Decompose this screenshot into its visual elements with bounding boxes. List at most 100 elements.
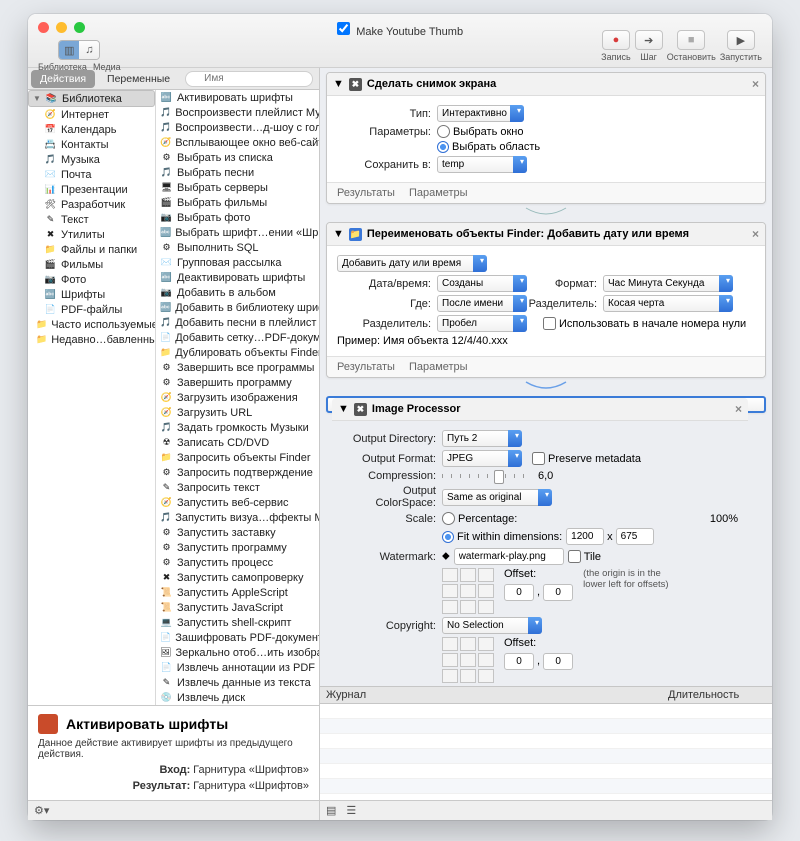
opt-area-radio[interactable]: [437, 141, 449, 153]
stop-button[interactable]: ■Остановить: [667, 30, 716, 62]
compression-slider[interactable]: [442, 474, 532, 478]
action-item[interactable]: ⚙Запросить подтверждение: [156, 465, 319, 480]
category-item[interactable]: 🧭Интернет: [28, 107, 155, 122]
search-field[interactable]: [185, 71, 313, 87]
action-item[interactable]: 🎵Воспроизвести…д-шоу с голосом: [156, 120, 319, 135]
category-item[interactable]: ✉️Почта: [28, 167, 155, 182]
action-item[interactable]: 🧭Загрузить URL: [156, 405, 319, 420]
watermark-anchor-icon[interactable]: ⬥: [442, 550, 450, 563]
type-select[interactable]: Интерактивно: [437, 105, 524, 122]
category-item[interactable]: 🛠Разработчик: [28, 197, 155, 212]
wm-offset-y[interactable]: 0: [543, 584, 573, 601]
category-item[interactable]: 📄PDF-файлы: [28, 302, 155, 317]
scale-percentage-radio[interactable]: [442, 512, 455, 525]
mode-select[interactable]: Добавить дату или время: [337, 255, 487, 272]
category-item[interactable]: 📁Недавно…бавленные: [28, 332, 155, 347]
action-item[interactable]: 📁Запросить объекты Finder: [156, 450, 319, 465]
action-item[interactable]: 💿Извлечь диск: [156, 690, 319, 705]
preserve-metadata-checkbox[interactable]: [532, 452, 545, 465]
save-to-select[interactable]: temp: [437, 156, 527, 173]
list-view-icon[interactable]: ☰: [346, 804, 356, 817]
media-view-icon[interactable]: ♫: [79, 41, 99, 59]
where-select[interactable]: После имени: [437, 295, 527, 312]
cr-offset-y[interactable]: 0: [543, 653, 573, 670]
fit-width-input[interactable]: [566, 528, 604, 545]
disclosure-icon[interactable]: ▼: [333, 228, 344, 240]
disclosure-icon[interactable]: ▼: [338, 403, 349, 415]
action-item[interactable]: ✎Запросить текст: [156, 480, 319, 495]
action-item[interactable]: 📷Добавить в альбом: [156, 285, 319, 300]
output-dir-select[interactable]: Путь 2: [442, 430, 522, 447]
action-item[interactable]: 🔤Добавить в библиотеку шрифтов: [156, 300, 319, 315]
category-item[interactable]: 📁Часто используемые: [28, 317, 155, 332]
action-item[interactable]: 🧭Загрузить изображения: [156, 390, 319, 405]
action-item[interactable]: ⚙Выбрать из списка: [156, 150, 319, 165]
action-item[interactable]: 🖥Выбрать серверы: [156, 180, 319, 195]
category-item[interactable]: 🔤Шрифты: [28, 287, 155, 302]
category-item[interactable]: 📷Фото: [28, 272, 155, 287]
format-select[interactable]: Час Минута Секунда: [603, 275, 733, 292]
action-item[interactable]: 🎵Запустить визуа…ффекты Музыки: [156, 510, 319, 525]
action-rename-finder[interactable]: ▼ 📁 Переименовать объекты Finder: Добави…: [326, 222, 766, 378]
flow-view-icon[interactable]: ▤: [326, 804, 336, 817]
category-item[interactable]: ✎Текст: [28, 212, 155, 227]
category-item[interactable]: ✖Утилиты: [28, 227, 155, 242]
options-link[interactable]: Параметры: [409, 361, 468, 373]
close-icon[interactable]: ×: [735, 402, 742, 416]
leading-zeros-checkbox[interactable]: [543, 317, 556, 330]
log-table[interactable]: [320, 704, 772, 800]
disclosure-icon[interactable]: ▼: [333, 78, 344, 90]
watermark-file-input[interactable]: [454, 548, 564, 565]
action-item[interactable]: 🔤Деактивировать шрифты: [156, 270, 319, 285]
results-link[interactable]: Результаты: [337, 361, 395, 373]
action-item[interactable]: 🔤Выбрать шрифт…ении «Шрифты»: [156, 225, 319, 240]
action-screenshot[interactable]: ▼ ✖ Сделать снимок экрана × Тип: Интерак…: [326, 72, 766, 204]
separator2-select[interactable]: Пробел: [437, 315, 527, 332]
action-item[interactable]: ⚙Выполнить SQL: [156, 240, 319, 255]
action-item[interactable]: 🧭Запустить веб-сервис: [156, 495, 319, 510]
action-item[interactable]: 📜Запустить JavaScript: [156, 600, 319, 615]
datetime-select[interactable]: Созданы: [437, 275, 527, 292]
action-item[interactable]: 📁Дублировать объекты Finder: [156, 345, 319, 360]
results-link[interactable]: Результаты: [337, 187, 395, 199]
action-item[interactable]: 🎵Воспроизвести плейлист Музыки: [156, 105, 319, 120]
category-item[interactable]: 📊Презентации: [28, 182, 155, 197]
action-item[interactable]: ✎Извлечь данные из текста: [156, 675, 319, 690]
library-view-icon[interactable]: ▥: [59, 41, 79, 59]
toolbar-view-segmented[interactable]: ▥ ♫ Библиотека Медиа: [38, 40, 121, 72]
action-item[interactable]: 📄Добавить сетку…PDF-документам: [156, 330, 319, 345]
action-item[interactable]: 📄Извлечь аннотации из PDF: [156, 660, 319, 675]
action-item[interactable]: 🖼Зеркально отоб…ить изображения: [156, 645, 319, 660]
category-item[interactable]: 📇Контакты: [28, 137, 155, 152]
category-item[interactable]: ▼📚Библиотека: [28, 90, 155, 107]
options-link[interactable]: Параметры: [409, 187, 468, 199]
action-item[interactable]: ⚙Завершить все программы: [156, 360, 319, 375]
output-format-select[interactable]: JPEG: [442, 450, 522, 467]
action-item[interactable]: ⚙Запустить процесс: [156, 555, 319, 570]
action-item[interactable]: ⚙Запустить программу: [156, 540, 319, 555]
action-item[interactable]: 🎵Выбрать песни: [156, 165, 319, 180]
separator-select[interactable]: Косая черта: [603, 295, 733, 312]
close-icon[interactable]: ×: [752, 77, 759, 91]
close-icon[interactable]: ×: [752, 227, 759, 241]
action-item[interactable]: 📜Запустить AppleScript: [156, 585, 319, 600]
action-item[interactable]: ⚙Запустить заставку: [156, 525, 319, 540]
action-item[interactable]: 📄Зашифровать PDF-документы: [156, 630, 319, 645]
record-button[interactable]: ●Запись: [601, 30, 631, 62]
action-image-processor[interactable]: ▼ ✖ Image Processor × Output Directory: …: [326, 396, 766, 413]
category-item[interactable]: 🎵Музыка: [28, 152, 155, 167]
action-item[interactable]: 🎬Выбрать фильмы: [156, 195, 319, 210]
run-button[interactable]: ▶Запустить: [720, 30, 762, 62]
cr-offset-x[interactable]: 0: [504, 653, 534, 670]
opt-window-radio[interactable]: [437, 125, 450, 138]
action-item[interactable]: 🧭Всплывающее окно веб-сайта: [156, 135, 319, 150]
action-item[interactable]: ⚙Завершить программу: [156, 375, 319, 390]
category-item[interactable]: 📁Файлы и папки: [28, 242, 155, 257]
action-item[interactable]: ☢Записать CD/DVD: [156, 435, 319, 450]
copyright-origin-grid[interactable]: [442, 637, 494, 683]
action-item[interactable]: 🎵Добавить песни в плейлист: [156, 315, 319, 330]
fit-height-input[interactable]: [616, 528, 654, 545]
tab-variables[interactable]: Переменные: [98, 70, 179, 88]
search-input[interactable]: [185, 71, 313, 87]
action-item[interactable]: ✖Запустить самопроверку: [156, 570, 319, 585]
